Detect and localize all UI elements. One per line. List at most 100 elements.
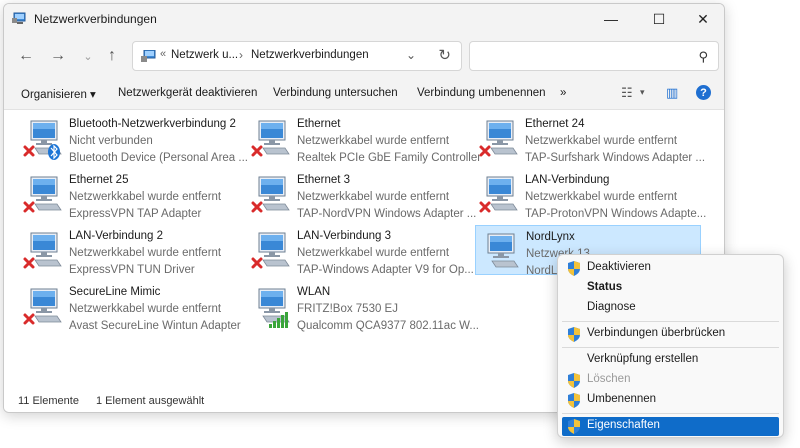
connection-item[interactable]: Ethernet Netzwerkkabel wurde entfernt Real… [247,113,481,164]
menu-separator [562,413,779,414]
more-commands-icon[interactable]: » [560,87,566,99]
connection-device: Qualcomm QCA9377 802.11ac W... [297,320,479,332]
uac-shield-icon [568,419,580,434]
connection-item[interactable]: Ethernet 3 Netzwerkkabel wurde entfernt TA… [247,169,476,220]
item-count: 11 Elemente [18,395,79,407]
connection-text: SecureLine Mimic Netzwerkkabel wurde entf… [69,284,241,335]
menu-item-umbenennen[interactable]: Umbenennen [562,391,779,410]
connection-name: LAN-Verbindung 3 [297,230,391,242]
menu-item-label: Verknüpfung erstellen [587,353,699,365]
help-icon[interactable]: ? [696,85,711,100]
disable-device-button[interactable]: Netzwerkgerät deaktivieren [118,87,257,99]
connection-item[interactable]: WLAN FRITZ!Box 7530 EJ Qualcomm QCA9377 80… [247,281,479,332]
connection-device: Realtek PCIe GbE Family Controller [297,152,482,164]
breadcrumb-separator-icon[interactable]: › [239,48,243,62]
context-menu: Deaktivieren Status Diagnose Verbindungen ü… [557,254,784,438]
rename-connection-button[interactable]: Verbindung umbenennen [417,87,546,99]
address-dropdown-icon[interactable]: ⌄ [406,48,416,62]
refresh-icon[interactable]: ↻ [438,46,451,64]
menu-separator [562,321,779,322]
network-adapter-icon [478,230,524,274]
menu-item-label: Eigenschaften [587,419,660,431]
connection-name: Ethernet [297,118,341,130]
navigation-bar: ← → ⌄ ↑ « Netzwerk u... › Netzwerkverbin… [4,34,724,78]
menu-item-löschen: Löschen [562,371,779,390]
minimize-button[interactable]: — [588,4,634,34]
breadcrumb-segment-network[interactable]: Netzwerk u... [171,49,238,61]
close-button[interactable]: ✕ [680,4,724,34]
ethernet-disconnected-icon [249,117,295,161]
connection-item[interactable]: Bluetooth-Netzwerkverbindung 2 Nicht verb… [19,113,248,164]
connection-status: Netzwerkkabel wurde entfernt [297,247,450,259]
connection-device: ExpressVPN TUN Driver [69,264,195,276]
network-connections-icon [12,12,26,24]
connection-status: Netzwerkkabel wurde entfernt [297,191,450,203]
menu-item-status[interactable]: Status [562,279,779,298]
preview-pane-icon[interactable]: ▥ [666,85,678,101]
title-bar: Netzwerkverbindungen — ☐ ✕ [4,4,724,34]
connection-status: Netzwerkkabel wurde entfernt [69,303,222,315]
connection-status: Netzwerkkabel wurde entfernt [69,247,222,259]
menu-item-deaktivieren[interactable]: Deaktivieren [562,259,779,278]
recent-dropdown-icon[interactable]: ⌄ [76,45,100,67]
connection-name: Ethernet 3 [297,174,351,186]
search-input[interactable]: ⚲ [469,41,719,71]
ethernet-disconnected-icon [477,173,523,217]
connection-device: TAP-ProtonVPN Windows Adapte... [525,208,707,220]
connection-device: Avast SecureLine Wintun Adapter [69,320,241,332]
connection-item[interactable]: LAN-Verbindung 3 Netzwerkkabel wurde entf… [247,225,474,276]
connection-name: LAN-Verbindung [525,174,610,186]
connection-device: TAP-Windows Adapter V9 for Op... [297,264,474,276]
connection-device: ExpressVPN TAP Adapter [69,208,202,220]
menu-item-label: Diagnose [587,301,636,313]
connection-text: Ethernet 24 Netzwerkkabel wurde entfernt T… [525,116,705,167]
uac-shield-icon [568,261,580,276]
breadcrumb-segment-connections[interactable]: Netzwerkverbindungen [251,49,369,61]
connection-text: LAN-Verbindung 2 Netzwerkkabel wurde entf… [69,228,221,279]
connection-status: Netzwerkkabel wurde entfernt [297,135,450,147]
connection-item[interactable]: Ethernet 24 Netzwerkkabel wurde entfernt T… [475,113,705,164]
connection-text: WLAN FRITZ!Box 7530 EJ Qualcomm QCA9377 80… [297,284,479,335]
menu-item-verknüpfung-erstellen[interactable]: Verknüpfung erstellen [562,351,779,370]
menu-item-verbindungen-überbrücken[interactable]: Verbindungen überbrücken [562,325,779,344]
connection-item[interactable]: LAN-Verbindung Netzwerkkabel wurde entfer… [475,169,706,220]
connection-text: Ethernet 25 Netzwerkkabel wurde entfernt E… [69,172,221,223]
connection-text: LAN-Verbindung 3 Netzwerkkabel wurde entf… [297,228,474,279]
menu-item-eigenschaften[interactable]: Eigenschaften [562,417,779,436]
ethernet-disconnected-icon [21,173,67,217]
breadcrumb-overflow-icon[interactable]: « [160,48,166,60]
connection-text: LAN-Verbindung Netzwerkkabel wurde entfer… [525,172,706,223]
connection-item[interactable]: SecureLine Mimic Netzwerkkabel wurde entf… [19,281,245,332]
diagnose-connection-button[interactable]: Verbindung untersuchen [273,87,398,99]
maximize-button[interactable]: ☐ [636,4,682,34]
back-button[interactable]: ← [14,45,38,67]
bluetooth-adapter-icon [21,117,67,161]
ethernet-disconnected-icon [477,117,523,161]
menu-item-diagnose[interactable]: Diagnose [562,299,779,318]
uac-shield-icon [568,373,580,388]
connection-status: Netzwerkkabel wurde entfernt [69,191,222,203]
connection-name: Ethernet 24 [525,118,585,130]
menu-item-label: Status [587,281,623,293]
connection-item[interactable]: Ethernet 25 Netzwerkkabel wurde entfernt E… [19,169,245,220]
organize-menu-button[interactable]: Organisieren ▾ [21,87,96,101]
connection-name: NordLynx [526,231,575,243]
connection-status: Netzwerkkabel wurde entfernt [525,135,678,147]
wlan-signal-icon [249,285,295,329]
connection-status: Nicht verbunden [69,135,153,147]
ethernet-disconnected-icon [21,229,67,273]
connection-text: Ethernet Netzwerkkabel wurde entfernt Real… [297,116,481,167]
connection-status: Netzwerkkabel wurde entfernt [525,191,678,203]
change-view-icon[interactable]: ☷ [621,85,633,101]
address-bar[interactable]: « Netzwerk u... › Netzwerkverbindungen ⌄… [132,41,462,71]
forward-button[interactable]: → [46,45,70,67]
up-button[interactable]: ↑ [100,45,124,67]
connection-item[interactable]: LAN-Verbindung 2 Netzwerkkabel wurde entf… [19,225,245,276]
menu-item-label: Löschen [587,373,631,385]
view-dropdown-icon[interactable]: ▾ [640,87,645,98]
search-icon[interactable]: ⚲ [698,49,708,65]
menu-item-label: Deaktivieren [587,261,651,273]
uac-shield-icon [568,327,580,342]
command-bar: Organisieren ▾ Netzwerkgerät deaktiviere… [4,78,724,110]
menu-item-label: Verbindungen überbrücken [587,327,726,339]
